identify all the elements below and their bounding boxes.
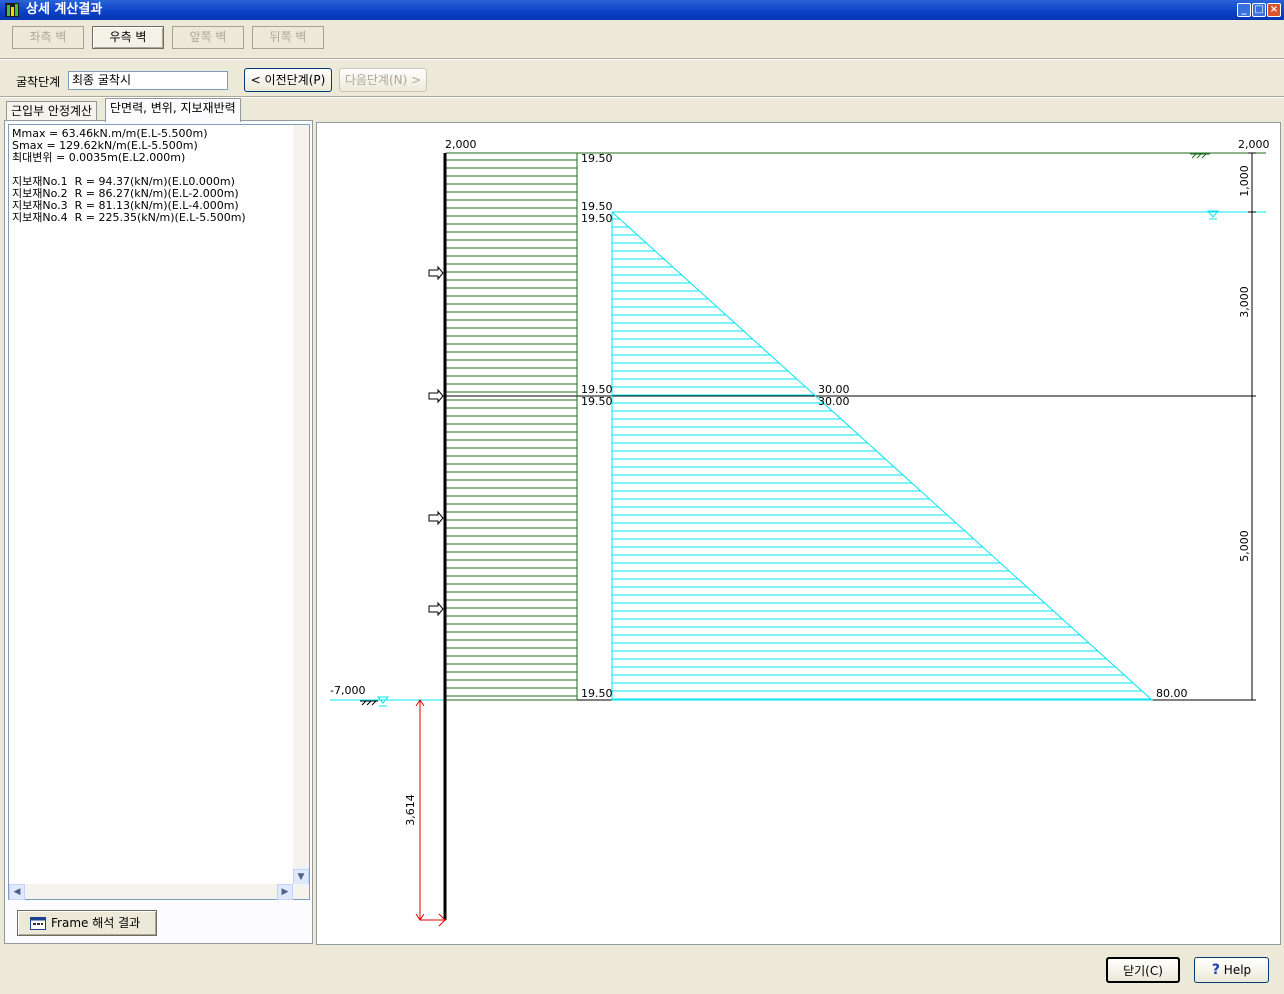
value-label: 80.00 xyxy=(1156,687,1188,700)
ground-symbol-icon xyxy=(1190,153,1210,159)
left-wall-button[interactable]: 좌측 벽 xyxy=(12,26,84,49)
minimize-button[interactable]: _ xyxy=(1237,3,1251,17)
results-text-area[interactable]: Mmax = 63.46kN.m/m(E.L-5.500m) Smax = 12… xyxy=(8,124,310,900)
section-force-diagram: 1,000 3,000 5,000 3,614 2,000 2,000 -7,0… xyxy=(330,138,1270,927)
dimension-line xyxy=(1248,152,1256,701)
stage-label: 굴착단계 xyxy=(16,75,61,89)
separator xyxy=(0,58,1284,60)
anchor-arrow-icon xyxy=(428,601,444,617)
prev-stage-button[interactable]: < 이전단계(P) xyxy=(244,68,332,92)
water-symbol-icon xyxy=(376,696,390,707)
help-icon: ? xyxy=(1211,962,1220,978)
result-line: 지보재No.4 R = 225.35(kN/m)(E.L-5.500m) xyxy=(12,211,246,224)
anchor-arrow-icon xyxy=(428,388,444,404)
maximize-button[interactable]: □ xyxy=(1252,3,1266,17)
stage-field[interactable]: 최종 굴착시 xyxy=(68,71,228,90)
value-label: 30.00 xyxy=(818,395,850,408)
value-label: 19.50 xyxy=(581,687,613,700)
scroll-right-icon[interactable]: ▶ xyxy=(277,884,293,900)
right-wall-button[interactable]: 우측 벽 xyxy=(92,26,164,49)
frame-result-button[interactable]: Frame 해석 결과 xyxy=(17,910,157,936)
diagram-canvas: 1,000 3,000 5,000 3,614 2,000 2,000 -7,0… xyxy=(316,122,1281,945)
frame-result-label: Frame 해석 결과 xyxy=(51,916,141,930)
excavation-level-label: -7,000 xyxy=(330,684,365,697)
close-window-button[interactable]: × xyxy=(1267,3,1281,17)
earth-pressure-rect xyxy=(445,152,578,701)
help-label: Help xyxy=(1223,963,1252,977)
water-pressure-triangle xyxy=(611,211,1154,701)
vertical-scrollbar[interactable]: ▼ xyxy=(293,125,309,885)
frame-icon xyxy=(30,917,46,930)
tab-section-force[interactable]: 단면력, 변위, 지보재반력 xyxy=(105,98,241,122)
anchor-arrow-icon xyxy=(428,265,444,281)
top-level-left-label: 2,000 xyxy=(445,138,477,151)
back-wall-button[interactable]: 뒤쪽 벽 xyxy=(252,26,324,49)
value-label: 19.50 xyxy=(581,212,613,225)
embed-depth-dimension xyxy=(415,699,446,927)
result-line: 최대변위 = 0.0035m(E.L2.000m) xyxy=(12,151,186,164)
embed-depth-label: 3,614 xyxy=(404,794,417,826)
horizontal-scrollbar[interactable]: ◀ ▶ xyxy=(9,884,309,900)
front-wall-button[interactable]: 앞쪽 벽 xyxy=(172,26,244,49)
value-label: 19.50 xyxy=(581,152,613,165)
help-button[interactable]: ? Help xyxy=(1194,957,1269,983)
dim-label: 5,000 xyxy=(1238,530,1251,562)
window-title: 상세 계산결과 xyxy=(26,2,103,17)
app-icon xyxy=(5,3,19,17)
title-bar: 상세 계산결과 _ □ × xyxy=(0,0,1284,20)
scroll-left-icon[interactable]: ◀ xyxy=(9,884,25,900)
scroll-down-icon[interactable]: ▼ xyxy=(293,869,309,885)
anchor-arrow-icon xyxy=(428,510,444,526)
close-button[interactable]: 닫기(C) xyxy=(1106,957,1180,983)
tab-embedment-stability[interactable]: 근입부 안정계산 xyxy=(6,101,98,121)
value-label: 19.50 xyxy=(581,395,613,408)
dim-label: 3,000 xyxy=(1238,286,1251,318)
top-level-right-label: 2,000 xyxy=(1238,138,1270,151)
next-stage-button[interactable]: 다음단계(N) > xyxy=(339,68,427,92)
dim-label: 1,000 xyxy=(1238,165,1251,197)
ground-symbol-icon xyxy=(360,700,378,706)
